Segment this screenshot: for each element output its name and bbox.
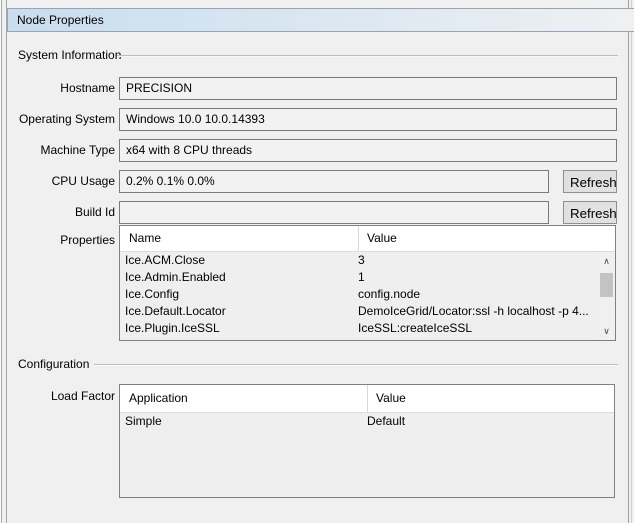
cell-name: Ice.Config [125,286,179,303]
build-id-refresh-button[interactable]: Refresh [563,201,617,224]
split-divider-line-right[interactable] [6,0,7,523]
panel-title: Node Properties [17,13,104,27]
load-factor-table-body: Simple Default [120,413,614,497]
cpu-usage-label: CPU Usage [0,174,115,188]
hostname-field[interactable]: PRECISION [119,77,617,100]
table-row[interactable]: Ice.Plugin.IceSSL IceSSL:createIceSSL [120,320,615,337]
section-title-system-information: System Information [18,48,121,62]
scrollbar-thumb[interactable] [600,273,613,297]
load-factor-label: Load Factor [0,389,115,403]
table-row-clipped[interactable]: Ice.ProgramName Node [120,337,615,340]
machine-type-label: Machine Type [0,143,115,157]
properties-table-body: Ice.ACM.Close 3 Ice.Admin.Enabled 1 Ice.… [120,252,615,340]
load-factor-table-header: Application Value [120,385,614,413]
cell-name: Ice.ProgramName [125,337,222,340]
hostname-label: Hostname [0,81,115,95]
operating-system-field[interactable]: Windows 10.0 10.0.14393 [119,108,617,131]
properties-label: Properties [0,233,115,247]
cell-name: Ice.ACM.Close [125,252,205,269]
table-row[interactable]: Simple Default [120,413,614,430]
section-title-configuration: Configuration [18,357,89,371]
column-header-name: Name [129,226,161,251]
cell-name: Ice.Plugin.IceSSL [125,320,220,337]
cell-value: config.node [358,286,420,303]
node-properties-panel: Node Properties System Information Hostn… [0,0,634,523]
cell-application: Simple [125,413,162,430]
cell-value: 1 [358,269,365,286]
vertical-scrollbar[interactable]: ∧ ∨ [598,252,615,340]
cell-name: Ice.Admin.Enabled [125,269,226,286]
section-separator [94,364,618,366]
cpu-usage-field[interactable]: 0.2% 0.1% 0.0% [119,170,549,193]
table-row[interactable]: Ice.Config config.node [120,286,615,303]
column-header-value: Value [367,385,406,412]
panel-right-border [628,0,629,523]
cell-value: IceSSL:createIceSSL [358,320,472,337]
cpu-usage-refresh-button[interactable]: Refresh [563,170,617,193]
cell-value: DemoIceGrid/Locator:ssl -h localhost -p … [358,303,589,320]
scroll-up-icon[interactable]: ∧ [598,253,615,269]
column-header-value: Value [358,226,397,251]
table-row[interactable]: Ice.Admin.Enabled 1 [120,269,615,286]
load-factor-table: Application Value Simple Default [119,384,615,498]
panel-right-shadow [631,0,632,523]
operating-system-label: Operating System [0,112,115,126]
table-row[interactable]: Ice.Default.Locator DemoIceGrid/Locator:… [120,303,615,320]
machine-type-field[interactable]: x64 with 8 CPU threads [119,139,617,162]
properties-table-header: Name Value [120,226,615,252]
column-header-application: Application [129,385,188,412]
cell-value: 3 [358,252,365,269]
scroll-down-icon[interactable]: ∨ [598,323,615,339]
build-id-label: Build Id [0,205,115,219]
section-separator [117,55,618,57]
cell-name: Ice.Default.Locator [125,303,226,320]
build-id-field[interactable] [119,201,549,224]
cell-value: Default [367,413,405,430]
panel-header: Node Properties [7,8,634,32]
cell-value: Node [358,337,387,340]
split-divider-line-left[interactable] [1,0,2,523]
properties-table: Name Value Ice.ACM.Close 3 Ice.Admin.Ena… [119,225,616,341]
table-row[interactable]: Ice.ACM.Close 3 [120,252,615,269]
